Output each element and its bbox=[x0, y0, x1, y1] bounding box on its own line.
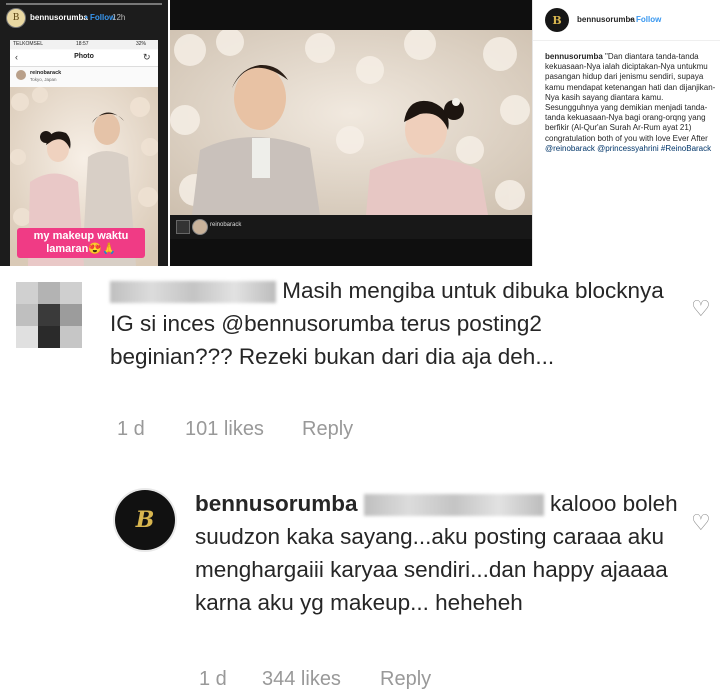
blurred-username[interactable] bbox=[110, 281, 276, 304]
comment-1-age: 1 d bbox=[117, 418, 145, 440]
refresh-icon[interactable]: ↻ bbox=[143, 52, 151, 63]
phone-nav-bar: ‹ Photo ↻ bbox=[10, 50, 158, 67]
story-caption-sticker: my makeup waktu lamaran😍🙏 bbox=[17, 228, 145, 258]
comment-1-mention[interactable]: @bennusorumba bbox=[221, 311, 394, 336]
heart-outline-icon[interactable]: ♡ bbox=[691, 510, 711, 536]
mention-princessyahrini[interactable]: @princessyahrini bbox=[597, 144, 658, 153]
tv-icon bbox=[176, 220, 190, 234]
comment-2-reply-button[interactable]: Reply bbox=[380, 668, 431, 691]
caption-body: "Dan diantara tanda-tanda kekuasaan-Nya … bbox=[545, 52, 716, 143]
phone-screen-title: Photo bbox=[74, 53, 94, 60]
bennusorumba-logo-icon[interactable]: B bbox=[545, 8, 569, 32]
story-caption-line-1: my makeup waktu bbox=[33, 230, 129, 242]
caption-header-username[interactable]: bennusorumba bbox=[577, 15, 635, 24]
story-avatar[interactable]: B bbox=[6, 8, 26, 28]
phone-carrier: TELKOMSEL bbox=[13, 41, 44, 47]
story-follow-button[interactable]: • Follow bbox=[85, 13, 115, 22]
caption-divider bbox=[533, 40, 720, 41]
comment-1-reply-button[interactable]: Reply bbox=[302, 418, 353, 441]
hashtag-reinobarack[interactable]: #ReinoBarack bbox=[661, 144, 711, 153]
story-screenshot: B bennusorumba • Follow 12h TELKOMSEL 18… bbox=[0, 0, 168, 266]
caption-text: bennusorumba "Dan diantara tanda-tanda k… bbox=[545, 52, 717, 154]
caption-panel: B bennusorumba • Follow bennusorumba "Da… bbox=[532, 0, 720, 266]
story-timestamp: 12h bbox=[112, 13, 126, 22]
blurred-avatar[interactable] bbox=[16, 282, 90, 352]
overlay-avatar[interactable] bbox=[192, 219, 208, 235]
separator-dot: • bbox=[630, 15, 633, 24]
bennusorumba-logo-icon[interactable]: B bbox=[115, 490, 175, 550]
post-username[interactable]: reinobarack bbox=[30, 70, 61, 76]
post-photo: reinobarack bbox=[170, 0, 532, 266]
comment-2-username[interactable]: bennusorumba bbox=[195, 491, 358, 516]
comment-2: bennusorumba kalooo boleh suudzon kaka s… bbox=[195, 487, 695, 619]
overlay-username[interactable]: reinobarack bbox=[210, 222, 241, 228]
comment-1-likes[interactable]: 101 likes bbox=[185, 418, 264, 441]
phone-time: 18:57 bbox=[76, 41, 89, 47]
comment-2-likes[interactable]: 344 likes bbox=[262, 668, 341, 691]
post-location: Tokyo, Japan bbox=[30, 77, 57, 82]
couple-photo bbox=[170, 30, 532, 215]
story-username[interactable]: bennusorumba bbox=[30, 13, 88, 22]
phone-status-bar: TELKOMSEL 18:57 32% bbox=[10, 40, 158, 49]
follow-button[interactable]: Follow bbox=[636, 15, 661, 24]
story-caption-line-2: lamaran😍🙏 bbox=[46, 243, 116, 255]
comment-1: Masih mengiba untuk dibuka blocknya IG s… bbox=[110, 274, 670, 373]
caption-username[interactable]: bennusorumba bbox=[545, 52, 603, 61]
heart-outline-icon[interactable]: ♡ bbox=[691, 296, 711, 322]
comment-2-age: 1 d bbox=[199, 668, 227, 690]
blurred-mention[interactable] bbox=[363, 494, 544, 517]
phone-battery: 32% bbox=[136, 41, 147, 47]
story-progress-bar bbox=[6, 3, 162, 5]
mention-reinobarack[interactable]: @reinobarack bbox=[545, 144, 595, 153]
post-avatar[interactable] bbox=[16, 70, 26, 80]
